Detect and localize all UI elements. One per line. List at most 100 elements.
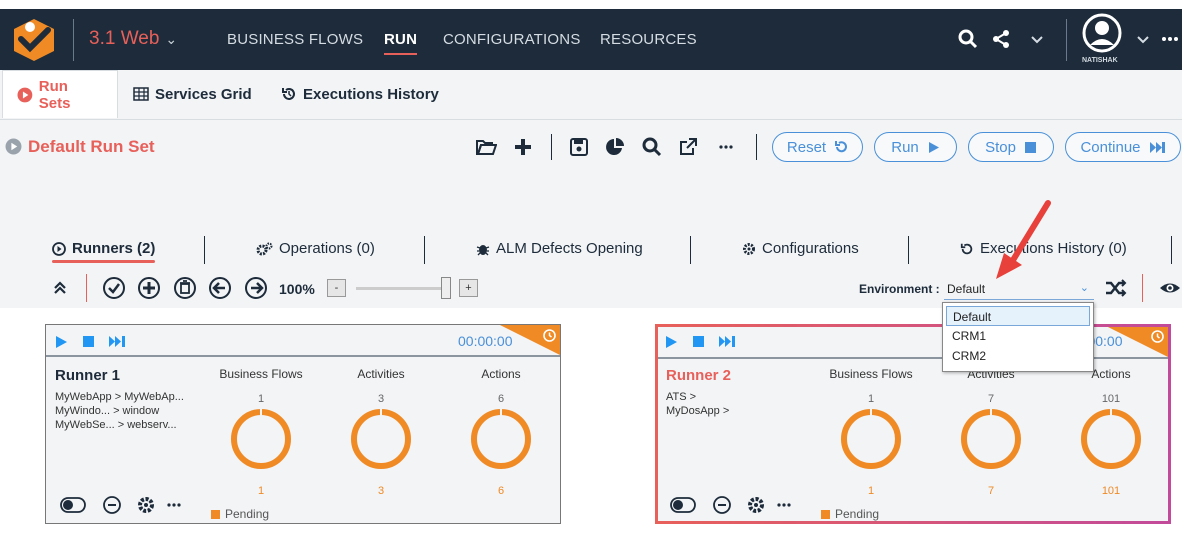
- more-icon[interactable]: [166, 497, 182, 513]
- pending-swatch: [211, 509, 220, 519]
- status-legend: Pending: [821, 507, 879, 521]
- stop-icon: [1024, 141, 1036, 153]
- stop-icon[interactable]: [692, 335, 705, 348]
- tab-services-grid[interactable]: Services Grid: [119, 70, 266, 118]
- play-circle-icon: [52, 241, 66, 256]
- page-title: Default Run Set: [28, 137, 155, 156]
- gear-icon[interactable]: [746, 495, 766, 515]
- play-icon: [928, 141, 939, 153]
- add-icon[interactable]: [512, 136, 534, 158]
- more-icon[interactable]: [776, 497, 792, 513]
- business-flows-total: 1: [257, 393, 265, 405]
- zoom-in-button[interactable]: +: [459, 279, 478, 297]
- reset-button[interactable]: Reset: [772, 132, 863, 162]
- clock-icon: [1151, 330, 1164, 343]
- zoom-out-button[interactable]: -: [327, 279, 346, 297]
- more-icon[interactable]: [715, 136, 737, 158]
- toggle-switch[interactable]: [60, 497, 86, 513]
- environment-dropdown: Default CRM1 CRM2: [942, 302, 1094, 372]
- nav-configurations[interactable]: CONFIGURATIONS: [443, 31, 581, 48]
- actions-total: 101: [1101, 393, 1121, 405]
- environment-option[interactable]: Default: [946, 306, 1090, 326]
- tab-run-sets-label: Run Sets: [38, 77, 71, 112]
- collapse-icon[interactable]: [48, 276, 72, 300]
- runner-card[interactable]: 00:00:00 Runner 1 MyWebApp > MyWebAp... …: [45, 324, 561, 524]
- eye-icon[interactable]: [1158, 276, 1182, 300]
- save-icon[interactable]: [568, 136, 590, 158]
- chevron-down-icon[interactable]: [1027, 29, 1047, 49]
- nav-resources[interactable]: RESOURCES: [600, 31, 697, 48]
- fast-forward-icon[interactable]: [718, 335, 736, 348]
- nav-business-flows[interactable]: BUSINESS FLOWS: [227, 31, 363, 48]
- add-circle-icon[interactable]: [137, 276, 161, 300]
- status-label: Pending: [835, 507, 880, 521]
- tab-configurations[interactable]: Configurations: [742, 240, 859, 257]
- search-icon[interactable]: [641, 136, 663, 158]
- activities-total: 3: [377, 393, 385, 405]
- run-button[interactable]: Run: [874, 132, 957, 162]
- tab-executions-history-label: Executions History: [303, 85, 439, 103]
- app-version-selector[interactable]: 3.1 Web ⌄: [89, 28, 177, 50]
- business-flows-pending: 1: [257, 485, 265, 497]
- top-navbar: 3.1 Web ⌄ BUSINESS FLOWS RUN CONFIGURATIO…: [0, 0, 1182, 70]
- more-icon[interactable]: [1160, 29, 1180, 49]
- share-icon[interactable]: [991, 29, 1011, 49]
- gear-icon[interactable]: [136, 495, 156, 515]
- toggle-switch[interactable]: [670, 497, 696, 513]
- arrow-left-icon[interactable]: [208, 276, 232, 300]
- environment-option[interactable]: CRM1: [946, 326, 1090, 346]
- arrow-right-icon[interactable]: [244, 276, 268, 300]
- run-button-label: Run: [891, 138, 919, 156]
- environment-label: Environment :: [859, 282, 940, 296]
- external-link-icon[interactable]: [677, 136, 699, 158]
- stop-icon[interactable]: [82, 335, 95, 348]
- shuffle-icon[interactable]: [1104, 276, 1128, 300]
- play-icon[interactable]: [54, 335, 68, 349]
- actions-total: 6: [497, 393, 505, 405]
- chevron-down-icon[interactable]: [1133, 29, 1153, 49]
- folder-open-icon[interactable]: [475, 136, 497, 158]
- zoom-slider-track[interactable]: [356, 287, 450, 290]
- stop-button[interactable]: Stop: [968, 132, 1054, 162]
- pie-chart-icon[interactable]: [604, 136, 626, 158]
- environment-selected-value: Default: [947, 282, 986, 296]
- chevron-down-icon: ⌄: [1079, 282, 1089, 294]
- nav-run[interactable]: RUN: [384, 31, 418, 55]
- tab-services-grid-label: Services Grid: [155, 85, 252, 103]
- runner-name[interactable]: Runner 2: [666, 367, 731, 384]
- ginger-logo-icon[interactable]: [8, 15, 60, 65]
- status-label: Pending: [225, 507, 270, 521]
- runner-name[interactable]: Runner 1: [55, 367, 120, 384]
- tab-alm-label: ALM Defects Opening: [496, 240, 643, 257]
- environment-option[interactable]: CRM2: [946, 346, 1090, 366]
- cogs-icon: [256, 242, 273, 255]
- tab-runners[interactable]: Runners (2): [52, 240, 156, 263]
- column-header-actions: Actions: [481, 367, 521, 381]
- remove-circle-icon[interactable]: [712, 495, 732, 515]
- column-header-business-flows: Business Flows: [829, 367, 913, 381]
- reset-button-label: Reset: [786, 138, 827, 156]
- fast-forward-icon[interactable]: [108, 335, 126, 348]
- play-icon[interactable]: [664, 335, 678, 349]
- remove-circle-icon[interactable]: [102, 495, 122, 515]
- bug-icon: [476, 244, 490, 255]
- check-circle-icon[interactable]: [102, 276, 126, 300]
- app-version-label: 3.1 Web: [89, 28, 160, 49]
- tab-alm-defects-opening[interactable]: ALM Defects Opening: [476, 240, 643, 257]
- avatar[interactable]: [1082, 13, 1122, 53]
- activities-pending: 7: [987, 485, 995, 497]
- delete-icon[interactable]: [173, 276, 197, 300]
- annotation-arrow: [996, 200, 1051, 279]
- runner-applications: MyWebApp > MyWebAp... MyWindo... > windo…: [55, 391, 184, 431]
- runner-applications: ATS > MyDosApp >: [666, 391, 730, 417]
- tab-run-sets[interactable]: Run Sets: [2, 70, 118, 118]
- gear-icon: [743, 242, 755, 255]
- continue-button[interactable]: Continue: [1065, 132, 1181, 162]
- search-icon[interactable]: [958, 29, 978, 49]
- zoom-slider-thumb[interactable]: [441, 277, 451, 299]
- tab-executions-history[interactable]: Executions History: [267, 70, 453, 118]
- tab-runners-label: Runners (2): [72, 240, 156, 257]
- stop-button-label: Stop: [985, 138, 1016, 156]
- business-flows-donut: [231, 409, 291, 469]
- tab-operations[interactable]: Operations (0): [256, 240, 375, 257]
